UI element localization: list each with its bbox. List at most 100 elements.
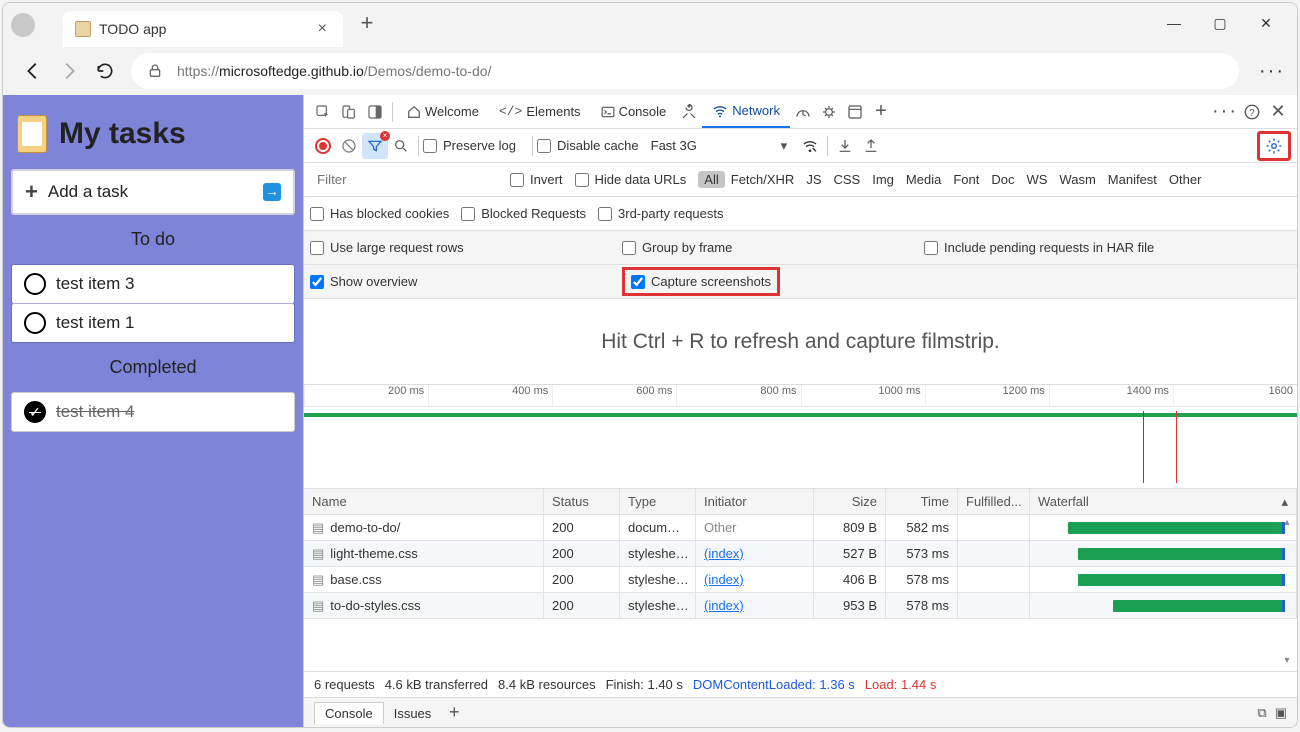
check-icon: ✓: [24, 401, 46, 423]
browser-menu-button[interactable]: ···: [1259, 60, 1285, 83]
clipboard-icon: [17, 115, 47, 153]
drawer-expand-icon[interactable]: ⧉: [1257, 705, 1266, 721]
back-button[interactable]: [15, 53, 51, 89]
application-icon[interactable]: [842, 99, 868, 125]
tab-console[interactable]: Console: [591, 95, 677, 128]
col-initiator[interactable]: Initiator: [696, 489, 814, 514]
col-size[interactable]: Size: [814, 489, 886, 514]
minimize-button[interactable]: —: [1151, 9, 1197, 41]
close-window-button[interactable]: ✕: [1243, 9, 1289, 41]
devtools-menu-button[interactable]: ···: [1211, 99, 1239, 125]
disable-cache-checkbox[interactable]: Disable cache: [537, 138, 639, 153]
record-button[interactable]: [310, 133, 336, 159]
item-label: test item 1: [56, 313, 134, 333]
content-area: My tasks + Add a task → To do test item …: [3, 95, 1297, 727]
filter-type[interactable]: JS: [800, 170, 827, 189]
drawer-dock-icon[interactable]: ▣: [1275, 705, 1287, 721]
lock-icon: [147, 63, 163, 79]
clear-button[interactable]: [336, 133, 362, 159]
add-task-button[interactable]: + Add a task →: [11, 169, 295, 215]
col-waterfall[interactable]: Waterfall▴: [1030, 489, 1297, 514]
table-header[interactable]: Name Status Type Initiator Size Time Ful…: [304, 489, 1297, 515]
filter-type[interactable]: Wasm: [1053, 170, 1101, 189]
filter-toggle[interactable]: ×: [362, 133, 388, 159]
filter-type[interactable]: CSS: [828, 170, 867, 189]
close-devtools-button[interactable]: ✕: [1265, 99, 1291, 125]
scroll-up-button[interactable]: ▴: [1279, 517, 1295, 531]
drawer-issues-tab[interactable]: Issues: [384, 702, 442, 724]
profile-avatar[interactable]: [11, 13, 35, 37]
filter-type[interactable]: Img: [866, 170, 900, 189]
blocked-cookies-checkbox[interactable]: Has blocked cookies: [310, 206, 449, 221]
table-row[interactable]: ▤base.css200styleshe…(index)406 B578 ms: [304, 567, 1297, 593]
wifi-icon: [712, 103, 728, 119]
filter-type[interactable]: Media: [900, 170, 947, 189]
drawer-add-button[interactable]: +: [441, 700, 467, 726]
radio-icon: [24, 273, 46, 295]
filter-type[interactable]: Doc: [985, 170, 1020, 189]
status-requests: 6 requests: [314, 677, 375, 692]
tab-network[interactable]: Network: [702, 95, 790, 128]
show-overview-checkbox[interactable]: Show overview: [310, 274, 610, 289]
timeline-overview[interactable]: 200 ms400 ms600 ms800 ms1000 ms1200 ms14…: [304, 385, 1297, 489]
inspect-icon[interactable]: [310, 99, 336, 125]
refresh-button[interactable]: [87, 53, 123, 89]
address-bar[interactable]: https://microsoftedge.github.io/Demos/de…: [131, 53, 1239, 89]
list-item[interactable]: ✓test item 4: [11, 392, 295, 432]
col-fulfilled[interactable]: Fulfilled...: [958, 489, 1030, 514]
device-icon[interactable]: [336, 99, 362, 125]
sources-icon[interactable]: [676, 99, 702, 125]
throttle-dropdown-icon[interactable]: ▾: [771, 133, 797, 159]
col-type[interactable]: Type: [620, 489, 696, 514]
maximize-button[interactable]: ▢: [1197, 9, 1243, 41]
help-button[interactable]: ?: [1239, 99, 1265, 125]
pending-har-checkbox[interactable]: Include pending requests in HAR file: [924, 240, 1154, 255]
timeline-tick: 1600: [1173, 385, 1297, 406]
scroll-down-button[interactable]: ▾: [1279, 655, 1295, 669]
filter-type[interactable]: WS: [1020, 170, 1053, 189]
large-rows-checkbox[interactable]: Use large request rows: [310, 240, 610, 255]
capture-screenshots-checkbox[interactable]: Capture screenshots: [622, 267, 780, 296]
filter-type[interactable]: Fetch/XHR: [725, 170, 801, 189]
list-item[interactable]: test item 3: [11, 264, 295, 304]
drawer-console-tab[interactable]: Console: [314, 702, 384, 724]
network-conditions-icon[interactable]: [797, 133, 823, 159]
col-name[interactable]: Name: [304, 489, 544, 514]
table-row[interactable]: ▤light-theme.css200styleshe…(index)527 B…: [304, 541, 1297, 567]
close-tab-button[interactable]: ×: [314, 20, 331, 38]
blocked-requests-checkbox[interactable]: Blocked Requests: [461, 206, 586, 221]
group-by-frame-checkbox[interactable]: Group by frame: [622, 240, 912, 255]
filter-type[interactable]: Manifest: [1102, 170, 1163, 189]
dock-icon[interactable]: [362, 99, 388, 125]
third-party-checkbox[interactable]: 3rd-party requests: [598, 206, 724, 221]
network-toolbar: × Preserve log Disable cache Fast 3G ▾: [304, 129, 1297, 163]
filter-type[interactable]: Font: [947, 170, 985, 189]
throttle-select[interactable]: Fast 3G: [651, 138, 697, 153]
memory-icon[interactable]: [816, 99, 842, 125]
search-icon[interactable]: [388, 133, 414, 159]
table-row[interactable]: ▤to-do-styles.css200styleshe…(index)953 …: [304, 593, 1297, 619]
more-tabs-button[interactable]: +: [868, 99, 894, 125]
col-time[interactable]: Time: [886, 489, 958, 514]
preserve-log-checkbox[interactable]: Preserve log: [423, 138, 516, 153]
timeline-tick: 800 ms: [676, 385, 800, 406]
network-status-bar: 6 requests 4.6 kB transferred 8.4 kB res…: [304, 671, 1297, 697]
col-status[interactable]: Status: [544, 489, 620, 514]
filter-input[interactable]: [310, 169, 510, 191]
invert-checkbox[interactable]: Invert: [510, 172, 563, 187]
browser-tab[interactable]: TODO app ×: [63, 11, 343, 47]
list-item[interactable]: test item 1: [11, 303, 295, 343]
new-tab-button[interactable]: +: [351, 9, 383, 41]
tab-elements[interactable]: </>Elements: [489, 95, 591, 128]
import-har-icon[interactable]: [832, 133, 858, 159]
export-har-icon[interactable]: [858, 133, 884, 159]
hide-data-urls-checkbox[interactable]: Hide data URLs: [575, 172, 687, 187]
tab-welcome[interactable]: Welcome: [397, 95, 489, 128]
home-icon: [407, 105, 421, 119]
table-row[interactable]: ▤demo-to-do/200docum…Other809 B582 ms: [304, 515, 1297, 541]
filter-all[interactable]: All: [698, 171, 724, 188]
settings-gear-button[interactable]: [1257, 131, 1291, 161]
requests-table: Name Status Type Initiator Size Time Ful…: [304, 489, 1297, 671]
filter-type[interactable]: Other: [1163, 170, 1208, 189]
performance-icon[interactable]: [790, 99, 816, 125]
